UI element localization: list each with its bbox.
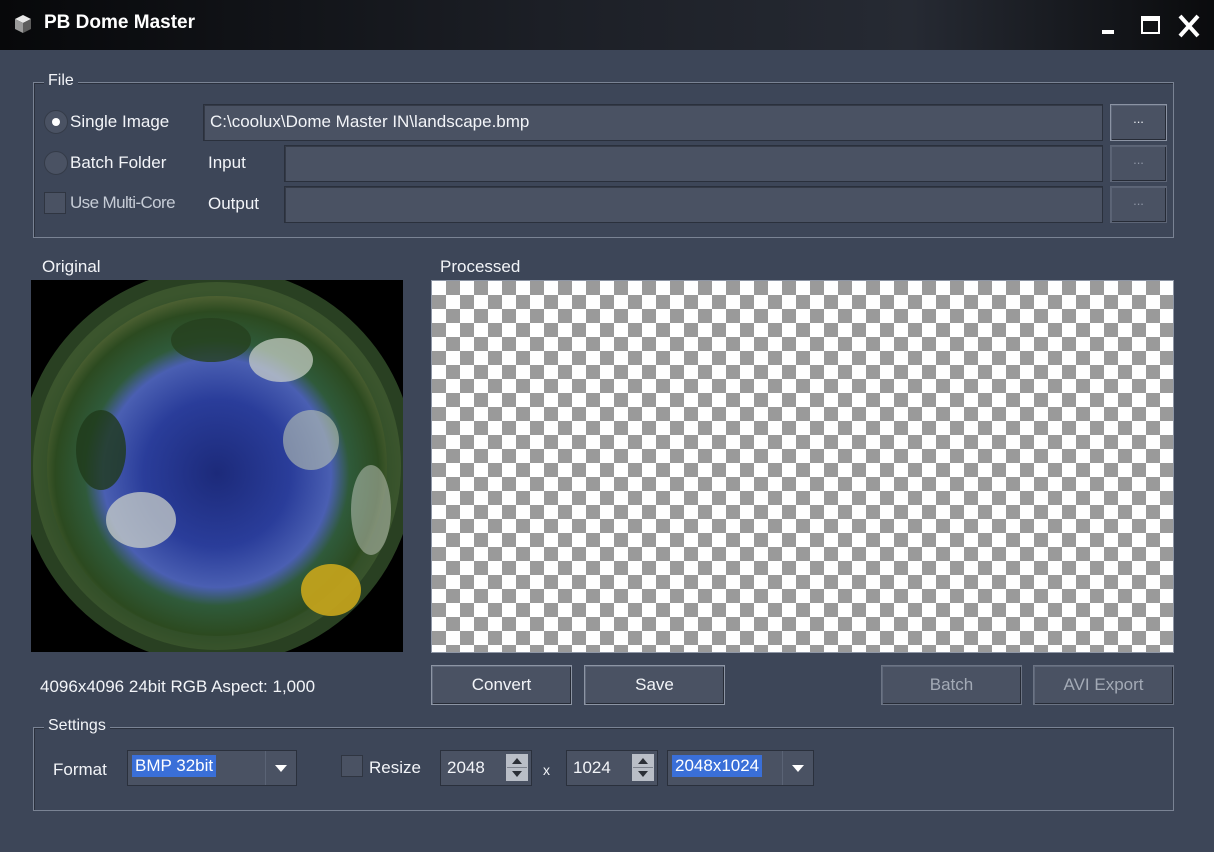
processed-preview (431, 280, 1174, 653)
batch-button[interactable]: Batch (881, 665, 1022, 705)
input-folder-field[interactable] (284, 145, 1103, 182)
original-label: Original (42, 257, 101, 276)
multicore-label[interactable]: Use Multi-Core (70, 193, 176, 213)
times-sign: x (543, 762, 550, 778)
spin-arrows-icon (507, 758, 527, 777)
height-spinbox[interactable]: 1024 (566, 750, 658, 786)
format-select[interactable]: BMP 32bit (127, 750, 297, 786)
window-title: PB Dome Master (44, 12, 195, 33)
single-image-radio[interactable] (44, 110, 68, 134)
height-spin-buttons[interactable] (632, 754, 654, 781)
original-preview (19, 268, 415, 664)
avi-export-button[interactable]: AVI Export (1033, 665, 1174, 705)
processed-label: Processed (440, 257, 521, 276)
single-image-path-value: C:\coolux\Dome Master IN\landscape.bmp (210, 112, 530, 131)
file-group-legend: File (44, 72, 78, 90)
fisheye-image (19, 268, 415, 664)
format-dropdown-arrow[interactable] (265, 751, 296, 785)
image-info-text: 4096x4096 24bit RGB Aspect: 1,000 (40, 677, 316, 696)
output-label: Output (208, 194, 260, 213)
resolution-preset-value: 2048x1024 (672, 755, 763, 777)
batch-folder-label[interactable]: Batch Folder (70, 153, 166, 173)
height-value: 1024 (573, 758, 611, 777)
single-image-browse-button[interactable]: ... (1110, 104, 1167, 141)
settings-group-legend: Settings (44, 717, 110, 735)
app-window: PB Dome Master File Single Image C:\cool… (0, 0, 1214, 852)
format-selected-value: BMP 32bit (132, 755, 217, 777)
title-bar[interactable]: PB Dome Master (0, 0, 1214, 50)
preset-dropdown-arrow[interactable] (782, 751, 813, 785)
convert-button[interactable]: Convert (431, 665, 572, 705)
maximize-icon[interactable] (1136, 12, 1166, 40)
output-browse-button[interactable]: ... (1110, 186, 1167, 223)
input-browse-button[interactable]: ... (1110, 145, 1167, 182)
resize-checkbox[interactable] (341, 755, 363, 777)
spin-arrows-icon (633, 758, 653, 777)
width-spin-buttons[interactable] (506, 754, 528, 781)
width-spinbox[interactable]: 2048 (440, 750, 532, 786)
close-icon[interactable] (1174, 12, 1204, 40)
width-value: 2048 (447, 758, 485, 777)
resize-label[interactable]: Resize (369, 758, 421, 778)
save-button[interactable]: Save (584, 665, 725, 705)
single-image-path-field[interactable]: C:\coolux\Dome Master IN\landscape.bmp (203, 104, 1103, 141)
chevron-down-icon (792, 765, 804, 772)
multicore-checkbox[interactable] (44, 192, 66, 214)
minimize-icon[interactable] (1094, 12, 1124, 40)
chevron-down-icon (275, 765, 287, 772)
cube-icon (15, 15, 31, 33)
format-label: Format (53, 760, 107, 779)
input-label: Input (208, 153, 246, 172)
batch-folder-radio[interactable] (44, 151, 68, 175)
resolution-preset-select[interactable]: 2048x1024 (667, 750, 814, 786)
output-folder-field[interactable] (284, 186, 1103, 223)
single-image-label[interactable]: Single Image (70, 112, 169, 132)
